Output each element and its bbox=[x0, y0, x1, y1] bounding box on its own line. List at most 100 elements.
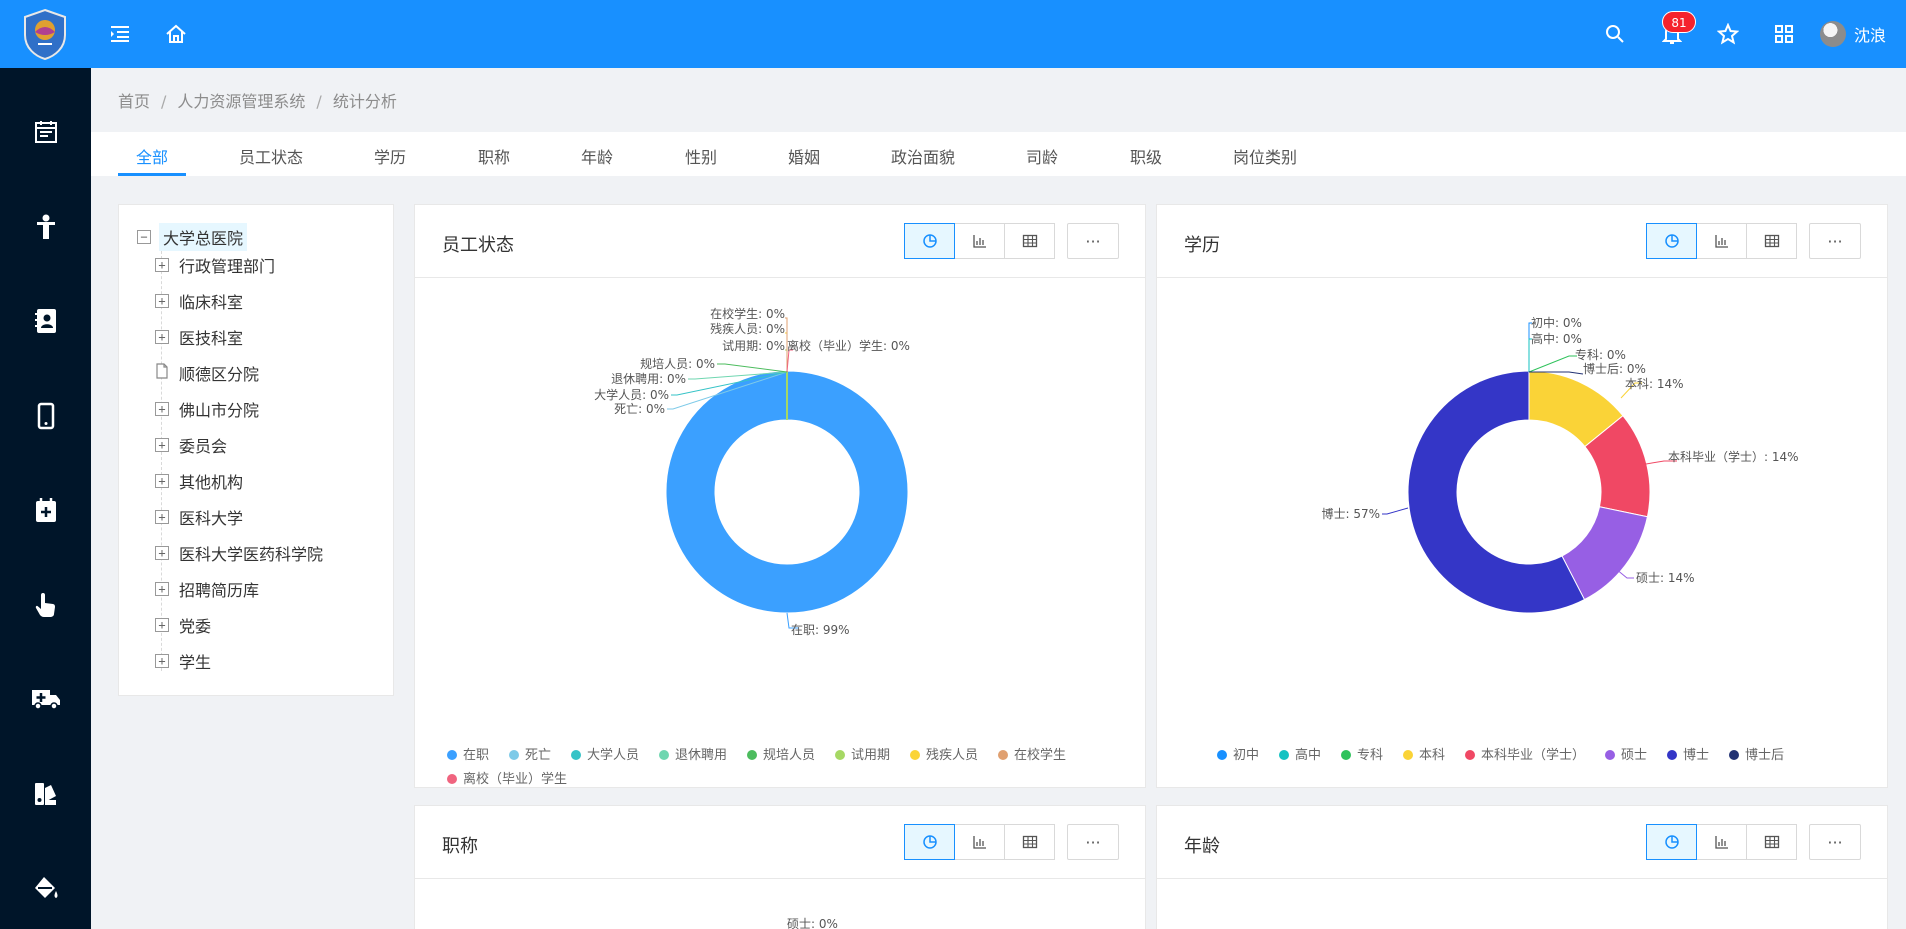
expand-icon[interactable]: + bbox=[155, 330, 169, 344]
expand-icon[interactable]: + bbox=[155, 582, 169, 596]
breadcrumb-system[interactable]: 人力资源管理系统 bbox=[177, 92, 305, 111]
expand-icon[interactable]: + bbox=[155, 438, 169, 452]
bar-view-button[interactable] bbox=[1696, 824, 1747, 860]
sidebar-mobile-icon[interactable] bbox=[30, 400, 62, 432]
expand-icon[interactable]: + bbox=[155, 618, 169, 632]
tree-node[interactable]: + 临床科室 bbox=[155, 289, 243, 313]
table-view-button[interactable] bbox=[1746, 223, 1797, 259]
tab-employee-status[interactable]: 员工状态 bbox=[239, 144, 303, 168]
tree-node-label[interactable]: 顺德区分院 bbox=[179, 361, 259, 385]
more-button[interactable]: ··· bbox=[1067, 824, 1119, 860]
hospital-logo-icon[interactable] bbox=[22, 8, 68, 61]
menu-toggle-icon[interactable] bbox=[106, 20, 134, 48]
sidebar-swatchbook-icon[interactable] bbox=[30, 778, 62, 810]
file-icon[interactable] bbox=[155, 363, 169, 383]
tree-node[interactable]: + 学生 bbox=[155, 649, 211, 673]
more-button[interactable]: ··· bbox=[1809, 223, 1861, 259]
user-menu[interactable]: 沈浪 bbox=[1820, 18, 1886, 50]
tree-node-label[interactable]: 医技科室 bbox=[179, 325, 243, 349]
expand-icon[interactable]: + bbox=[155, 258, 169, 272]
tree-node-label[interactable]: 佛山市分院 bbox=[179, 397, 259, 421]
tree-node[interactable]: + 委员会 bbox=[155, 433, 227, 457]
tree-node-label[interactable]: 党委 bbox=[179, 613, 211, 637]
expand-icon[interactable]: + bbox=[155, 510, 169, 524]
expand-icon[interactable]: + bbox=[155, 654, 169, 668]
legend-item[interactable]: 本科毕业（学士） bbox=[1465, 747, 1585, 763]
tree-node[interactable]: + 佛山市分院 bbox=[155, 397, 259, 421]
expand-icon[interactable]: + bbox=[155, 294, 169, 308]
tab-professional-title[interactable]: 职称 bbox=[478, 144, 510, 168]
tab-all[interactable]: 全部 bbox=[136, 144, 168, 168]
bar-view-button[interactable] bbox=[954, 223, 1005, 259]
tab-gender[interactable]: 性别 bbox=[685, 144, 717, 168]
tab-political[interactable]: 政治面貌 bbox=[891, 144, 955, 168]
app-grid-icon[interactable] bbox=[1770, 20, 1798, 48]
tree-node-label[interactable]: 委员会 bbox=[179, 433, 227, 457]
tree-node-label[interactable]: 行政管理部门 bbox=[179, 253, 275, 277]
table-view-button[interactable] bbox=[1746, 824, 1797, 860]
tree-node-label[interactable]: 学生 bbox=[179, 649, 211, 673]
legend-item[interactable]: 博士后 bbox=[1729, 748, 1784, 763]
sidebar-calendar-plus-icon[interactable] bbox=[30, 494, 62, 526]
home-icon[interactable] bbox=[162, 20, 190, 48]
tree-node[interactable]: + 医科大学 bbox=[155, 505, 243, 529]
sidebar-contact-book-icon[interactable] bbox=[30, 305, 62, 337]
table-view-button[interactable] bbox=[1004, 824, 1055, 860]
tree-root-label[interactable]: 大学总医院 bbox=[159, 223, 248, 251]
pie-view-button[interactable] bbox=[1646, 223, 1697, 259]
more-button[interactable]: ··· bbox=[1067, 223, 1119, 259]
tree-node[interactable]: + 行政管理部门 bbox=[155, 253, 275, 277]
star-icon[interactable] bbox=[1714, 20, 1742, 48]
legend-item[interactable]: 在职 bbox=[447, 748, 489, 763]
pie-view-button[interactable] bbox=[904, 824, 955, 860]
tree-node[interactable]: 顺德区分院 bbox=[155, 361, 259, 385]
legend-item[interactable]: 硕士 bbox=[1605, 748, 1647, 763]
sidebar-ambulance-icon[interactable] bbox=[30, 683, 62, 715]
pie-view-button[interactable] bbox=[904, 223, 955, 259]
sidebar-person-icon[interactable] bbox=[30, 211, 62, 243]
legend-item[interactable]: 死亡 bbox=[509, 748, 551, 763]
tree-node-label[interactable]: 招聘简历库 bbox=[179, 577, 259, 601]
tree-node[interactable]: + 医科大学医药科学院 bbox=[155, 541, 323, 565]
tab-education[interactable]: 学历 bbox=[374, 144, 406, 168]
search-icon[interactable] bbox=[1601, 20, 1629, 48]
legend-item[interactable]: 本科 bbox=[1403, 748, 1445, 763]
tree-node-label[interactable]: 其他机构 bbox=[179, 469, 243, 493]
legend-item[interactable]: 专科 bbox=[1341, 748, 1383, 763]
tree-node-label[interactable]: 医科大学 bbox=[179, 505, 243, 529]
tree-node[interactable]: + 党委 bbox=[155, 613, 211, 637]
legend-item[interactable]: 退休聘用 bbox=[659, 748, 727, 763]
legend-item[interactable]: 博士 bbox=[1667, 748, 1709, 763]
legend-item[interactable]: 试用期 bbox=[835, 748, 890, 763]
legend-item[interactable]: 高中 bbox=[1279, 747, 1321, 763]
legend-item[interactable]: 在校学生 bbox=[998, 747, 1066, 763]
table-view-button[interactable] bbox=[1004, 223, 1055, 259]
expand-icon[interactable]: + bbox=[155, 402, 169, 416]
legend-item[interactable]: 规培人员 bbox=[747, 747, 815, 763]
sidebar-hand-pointer-icon[interactable] bbox=[30, 589, 62, 621]
tree-node[interactable]: + 招聘简历库 bbox=[155, 577, 259, 601]
expand-icon[interactable]: + bbox=[155, 546, 169, 560]
legend-item[interactable]: 初中 bbox=[1217, 748, 1259, 763]
breadcrumb-home[interactable]: 首页 bbox=[118, 92, 150, 111]
tab-rank[interactable]: 职级 bbox=[1130, 144, 1162, 168]
tab-marital[interactable]: 婚姻 bbox=[788, 144, 820, 168]
tree-root-node[interactable]: − 大学总医院 bbox=[137, 223, 248, 251]
legend-item[interactable]: 残疾人员 bbox=[910, 748, 978, 763]
tree-node-label[interactable]: 医科大学医药科学院 bbox=[179, 541, 323, 565]
bar-view-button[interactable] bbox=[1696, 223, 1747, 259]
tab-post-category[interactable]: 岗位类别 bbox=[1233, 144, 1297, 168]
tree-node[interactable]: + 其他机构 bbox=[155, 469, 243, 493]
legend-item[interactable]: 大学人员 bbox=[571, 747, 639, 763]
bar-view-button[interactable] bbox=[954, 824, 1005, 860]
sidebar-paint-bucket-icon[interactable] bbox=[30, 872, 62, 904]
expand-icon[interactable]: + bbox=[155, 474, 169, 488]
sidebar-calendar-icon[interactable] bbox=[30, 116, 62, 148]
tree-node-label[interactable]: 临床科室 bbox=[179, 289, 243, 313]
tree-node[interactable]: + 医技科室 bbox=[155, 325, 243, 349]
tab-seniority[interactable]: 司龄 bbox=[1026, 144, 1058, 168]
pie-view-button[interactable] bbox=[1646, 824, 1697, 860]
collapse-icon[interactable]: − bbox=[137, 230, 151, 244]
legend-item[interactable]: 离校（毕业）学生 bbox=[447, 771, 567, 787]
more-button[interactable]: ··· bbox=[1809, 824, 1861, 860]
